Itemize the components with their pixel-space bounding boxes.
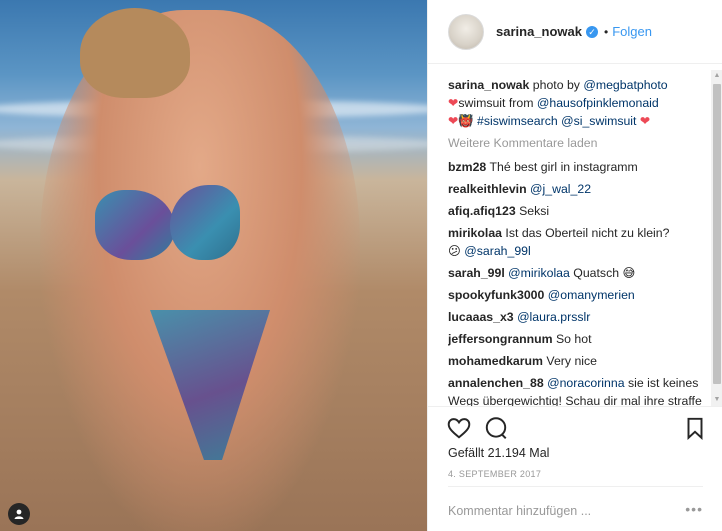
scroll-up-arrow-icon[interactable]: ▲ xyxy=(711,70,722,82)
comment-text: Thé best girl in instagramm xyxy=(489,160,638,174)
post-photo[interactable] xyxy=(0,0,427,531)
comment-username[interactable]: bzm28 xyxy=(448,160,486,174)
comment-item: bzm28 Thé best girl in instagramm xyxy=(448,158,706,176)
separator-dot: • xyxy=(604,24,609,39)
verified-badge-icon: ✓ xyxy=(586,25,598,38)
comment-username[interactable]: jeffersongrannum xyxy=(448,332,553,346)
comment-username[interactable]: annalenchen_88 xyxy=(448,376,544,390)
scroll-down-arrow-icon[interactable]: ▼ xyxy=(711,394,722,406)
caption-text: swimsuit from xyxy=(458,96,537,110)
photo-hair xyxy=(80,8,190,98)
comment-username[interactable]: realkeithlevin xyxy=(448,182,527,196)
comment-text: Ist das Oberteil nicht zu klein? xyxy=(505,226,670,240)
comment-text: So hot xyxy=(555,332,592,346)
comment-mention[interactable]: @j_wal_22 xyxy=(530,182,591,196)
sweat-smile-emoji-icon: 😅 xyxy=(622,266,636,280)
caption: sarina_nowak photo by @megbatphoto ❤swim… xyxy=(448,76,706,130)
post-date: 4. SEPTEMBER 2017 xyxy=(448,469,542,479)
comment-mention[interactable]: @mirikolaa xyxy=(508,266,570,280)
comment-username[interactable]: sarah_99l xyxy=(448,266,505,280)
comment-text: Very nice xyxy=(546,354,598,368)
comment-icon[interactable] xyxy=(483,415,509,441)
comment-item: realkeithlevin @j_wal_22 xyxy=(448,180,706,198)
comment-item: afiq.afiq123 Seksi xyxy=(448,202,706,220)
comment-mention[interactable]: @noracorinna xyxy=(547,376,624,390)
like-count[interactable]: Gefällt 21.194 Mal xyxy=(448,446,549,460)
comment-input[interactable] xyxy=(448,491,648,531)
caption-mention[interactable]: @si_swimsuit xyxy=(561,114,636,128)
heart-emoji-icon: ❤ xyxy=(448,114,459,128)
follow-button[interactable]: Folgen xyxy=(612,24,652,39)
scrollbar-thumb[interactable] xyxy=(713,84,721,384)
comment-username[interactable]: spookyfunk3000 xyxy=(448,288,544,302)
devil-emoji-icon: 👹 xyxy=(458,114,474,128)
bookmark-icon[interactable] xyxy=(682,415,708,441)
comment-item: annalenchen_88 @noracorinna sie ist kein… xyxy=(448,374,706,406)
comment-mention[interactable]: @omanymerien xyxy=(548,288,635,302)
comment-list[interactable]: sarina_nowak photo by @megbatphoto ❤swim… xyxy=(448,76,706,406)
photo-figure xyxy=(40,10,360,531)
action-bar xyxy=(428,406,722,446)
comment-username[interactable]: afiq.afiq123 xyxy=(448,204,516,218)
heart-icon[interactable] xyxy=(446,415,472,441)
comment-mention[interactable]: @laura.prsslr xyxy=(517,310,590,324)
comment-username[interactable]: lucaaas_x3 xyxy=(448,310,514,324)
comments-scrollbar[interactable]: ▲ ▼ xyxy=(711,70,722,406)
more-options-icon[interactable]: ••• xyxy=(685,501,703,517)
heart-emoji-icon: ❤ xyxy=(448,96,459,110)
comment-text: Quatsch xyxy=(569,266,620,280)
comment-item: lucaaas_x3 @laura.prsslr xyxy=(448,308,706,326)
comment-item: mohamedkarum Very nice xyxy=(448,352,706,370)
avatar[interactable] xyxy=(448,13,484,50)
caption-mention[interactable]: @megbatphoto xyxy=(583,78,667,92)
caption-username[interactable]: sarina_nowak xyxy=(448,78,529,92)
caption-hashtag[interactable]: #siswimsearch xyxy=(477,114,558,128)
load-more-comments[interactable]: Weitere Kommentare laden xyxy=(448,134,706,152)
username-link[interactable]: sarina_nowak xyxy=(496,24,582,39)
post-sidebar: sarina_nowak ✓ • Folgen sarina_nowak pho… xyxy=(427,0,722,531)
caption-text: photo by xyxy=(529,78,584,92)
confused-emoji-icon: 😕 xyxy=(448,244,461,258)
user-tag-icon[interactable] xyxy=(8,503,30,525)
comment-text: Seksi xyxy=(519,204,550,218)
comment-username[interactable]: mirikolaa xyxy=(448,226,502,240)
heart-emoji-icon: ❤ xyxy=(639,114,651,128)
post-header: sarina_nowak ✓ • Folgen xyxy=(428,0,722,64)
add-comment-section: ••• xyxy=(448,486,703,531)
comment-item: sarah_99l @mirikolaa Quatsch 😅 xyxy=(448,264,706,282)
photo-swimsuit-top-right xyxy=(170,185,240,260)
caption-mention[interactable]: @hausofpinklemonaid xyxy=(537,96,659,110)
comment-username[interactable]: mohamedkarum xyxy=(448,354,543,368)
comment-item: mirikolaa Ist das Oberteil nicht zu klei… xyxy=(448,224,706,260)
comment-mention[interactable]: @sarah_99l xyxy=(464,244,531,258)
comment-item: jeffersongrannum So hot xyxy=(448,330,706,348)
comment-item: spookyfunk3000 @omanymerien xyxy=(448,286,706,304)
